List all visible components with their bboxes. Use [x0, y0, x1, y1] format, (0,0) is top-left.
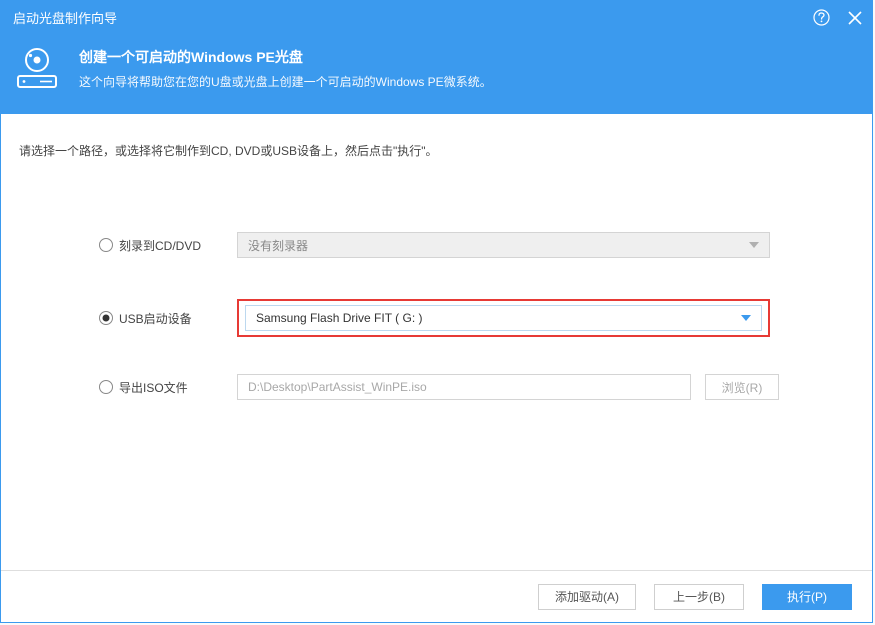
options-group: 刻录到CD/DVD 没有刻录器: [19, 229, 852, 403]
radio-button-cd-dvd[interactable]: [99, 238, 113, 252]
execute-button[interactable]: 执行(P): [762, 584, 852, 610]
cd-dvd-select: 没有刻录器: [237, 232, 770, 258]
instruction-text: 请选择一个路径，或选择将它制作到CD, DVD或USB设备上，然后点击"执行"。: [19, 142, 852, 159]
titlebar: 启动光盘制作向导: [1, 1, 872, 34]
back-button[interactable]: 上一步(B): [654, 584, 744, 610]
usb-highlight-frame: Samsung Flash Drive FIT ( G: ): [237, 299, 770, 337]
help-icon[interactable]: [813, 9, 830, 26]
wizard-window: 启动光盘制作向导: [0, 0, 873, 623]
browse-button: 浏览(R): [705, 374, 779, 400]
radio-label-iso: 导出ISO文件: [119, 379, 188, 396]
iso-field-container: D:\Desktop\PartAssist_WinPE.iso 浏览(R): [237, 374, 779, 400]
iso-path-input: D:\Desktop\PartAssist_WinPE.iso: [237, 374, 691, 400]
banner-text: 创建一个可启动的Windows PE光盘 这个向导将帮助您在您的U盘或光盘上创建…: [79, 47, 492, 90]
radio-usb[interactable]: USB启动设备: [99, 310, 237, 327]
chevron-down-icon[interactable]: [741, 315, 751, 321]
radio-label-usb: USB启动设备: [119, 310, 192, 327]
radio-label-cd-dvd: 刻录到CD/DVD: [119, 237, 201, 254]
radio-cd-dvd[interactable]: 刻录到CD/DVD: [99, 237, 237, 254]
footer: 添加驱动(A) 上一步(B) 执行(P): [1, 570, 872, 622]
content-area: 请选择一个路径，或选择将它制作到CD, DVD或USB设备上，然后点击"执行"。…: [1, 114, 872, 570]
add-driver-button[interactable]: 添加驱动(A): [538, 584, 636, 610]
option-cd-dvd: 刻录到CD/DVD 没有刻录器: [99, 229, 770, 261]
banner-subtitle: 这个向导将帮助您在您的U盘或光盘上创建一个可启动的Windows PE微系统。: [79, 73, 492, 90]
usb-select[interactable]: Samsung Flash Drive FIT ( G: ): [245, 305, 762, 331]
iso-path-value: D:\Desktop\PartAssist_WinPE.iso: [248, 380, 427, 394]
add-driver-label: 添加驱动(A): [555, 588, 619, 605]
banner-title: 创建一个可启动的Windows PE光盘: [79, 47, 492, 67]
chevron-down-icon: [749, 242, 759, 248]
header-banner: 创建一个可启动的Windows PE光盘 这个向导将帮助您在您的U盘或光盘上创建…: [1, 34, 872, 114]
window-title: 启动光盘制作向导: [13, 8, 813, 27]
option-iso: 导出ISO文件 D:\Desktop\PartAssist_WinPE.iso …: [99, 371, 770, 403]
cd-dvd-select-value: 没有刻录器: [248, 237, 308, 254]
browse-button-label: 浏览(R): [722, 379, 763, 396]
close-icon[interactable]: [848, 11, 862, 25]
titlebar-actions: [813, 9, 862, 26]
radio-button-iso[interactable]: [99, 380, 113, 394]
usb-select-value: Samsung Flash Drive FIT ( G: ): [256, 311, 422, 325]
usb-field-container: Samsung Flash Drive FIT ( G: ): [237, 299, 770, 337]
radio-iso[interactable]: 导出ISO文件: [99, 379, 237, 396]
radio-button-usb[interactable]: [99, 311, 113, 325]
execute-label: 执行(P): [787, 588, 827, 605]
back-label: 上一步(B): [673, 588, 725, 605]
disc-burner-icon: [13, 44, 61, 92]
cd-dvd-field-container: 没有刻录器: [237, 232, 770, 258]
option-usb: USB启动设备 Samsung Flash Drive FIT ( G: ): [99, 299, 770, 337]
